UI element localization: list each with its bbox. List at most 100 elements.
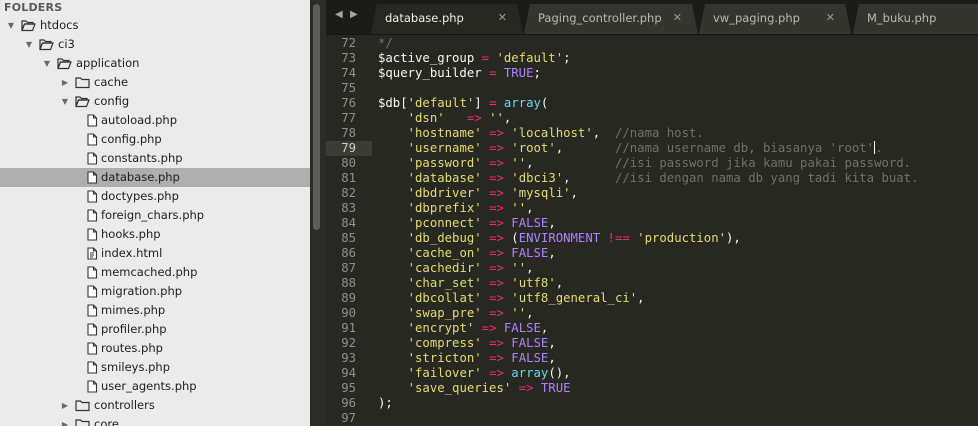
token-plain: , <box>555 276 564 290</box>
token-operator: => <box>489 291 504 305</box>
nav-left-icon[interactable]: ◀ <box>335 9 343 20</box>
chevron-down-icon[interactable]: ▼ <box>60 92 70 111</box>
token-plain: , <box>548 336 556 350</box>
code-line[interactable]: 72 */ <box>326 36 978 51</box>
tab-paging-controller-php[interactable]: Paging_controller.php ✕ <box>524 4 698 34</box>
tree-file-index-html[interactable]: index.html <box>0 244 310 263</box>
tab-m-buku-php[interactable]: M_buku.php <box>853 4 978 34</box>
code-text: 'save_queries' => TRUE <box>378 381 571 396</box>
code-line[interactable]: 84 'pconnect' => FALSE, <box>326 216 978 231</box>
line-number: 77 <box>341 111 356 125</box>
code-line[interactable]: 85 'db_debug' => (ENVIRONMENT !== 'produ… <box>326 231 978 246</box>
token-plain: , <box>526 201 534 215</box>
line-number: 93 <box>341 351 356 365</box>
code-line[interactable]: 95 'save_queries' => TRUE <box>326 381 978 396</box>
token-plain: ( <box>540 96 549 110</box>
token-string: 'db_debug' <box>407 231 482 245</box>
line-number: 80 <box>341 156 356 170</box>
token-operator: => <box>466 111 482 125</box>
code-line[interactable]: 96); <box>326 396 978 411</box>
file-icon <box>86 323 100 336</box>
code-line[interactable]: 89 'dbcollat' => 'utf8_general_ci', <box>326 291 978 306</box>
code-line[interactable]: 80 'password' => '', //isi password jika… <box>326 156 978 171</box>
chevron-right-icon[interactable]: ▶ <box>60 73 70 92</box>
tree-folder-cache[interactable]: ▶ cache <box>0 73 310 92</box>
chevron-down-icon[interactable]: ▼ <box>42 54 52 73</box>
tree-folder-htdocs[interactable]: ▼ htdocs <box>0 16 310 35</box>
tree-file-memcached-php[interactable]: memcached.php <box>0 263 310 282</box>
tab-label: database.php <box>385 11 464 25</box>
code-line[interactable]: 87 'cachedir' => '', <box>326 261 978 276</box>
code-line[interactable]: 97 <box>326 411 978 426</box>
tree-folder-ci3[interactable]: ▼ ci3 <box>0 35 310 54</box>
code-line[interactable]: 74 $query_builder = TRUE; <box>326 66 978 81</box>
tree-file-profiler-php[interactable]: profiler.php <box>0 320 310 339</box>
code-line[interactable]: 91 'encrypt' => FALSE, <box>326 321 978 336</box>
tree-file-constants-php[interactable]: constants.php <box>0 149 310 168</box>
token-string: 'char_set' <box>407 276 482 290</box>
token-string: 'dbdriver' <box>407 186 482 200</box>
code-line[interactable]: 86 'cache_on' => FALSE, <box>326 246 978 261</box>
tree-file-smileys-php[interactable]: smileys.php <box>0 358 310 377</box>
code-line[interactable]: 92 'compress' => FALSE, <box>326 336 978 351</box>
chevron-down-icon[interactable]: ▼ <box>24 35 34 54</box>
sidebar-scrollbar-thumb[interactable] <box>313 4 320 230</box>
line-number: 84 <box>341 216 356 230</box>
tree-file-migration-php[interactable]: migration.php <box>0 282 310 301</box>
token-string: 'username' <box>407 141 482 155</box>
tree-folder-controllers[interactable]: ▶ controllers <box>0 396 310 415</box>
code-editor[interactable]: ◀ ▶ database.php ✕ Paging_controller.php ✕ v… <box>326 0 978 426</box>
tree-file-routes-php[interactable]: routes.php <box>0 339 310 358</box>
file-icon <box>86 190 100 203</box>
close-icon[interactable]: ✕ <box>673 4 682 32</box>
tree-file-autoload-php[interactable]: autoload.php <box>0 111 310 130</box>
tree-file-database-php[interactable]: database.php <box>0 168 310 187</box>
token-operator: => <box>489 366 504 380</box>
chevron-right-icon[interactable]: ▶ <box>60 415 70 426</box>
tree-item-label: mimes.php <box>101 303 166 317</box>
tab-database-php[interactable]: database.php ✕ <box>371 4 523 34</box>
tree-file-doctypes-php[interactable]: doctypes.php <box>0 187 310 206</box>
code-line[interactable]: 81 'database' => 'dbci3', //isi dengan n… <box>326 171 978 186</box>
chevron-down-icon[interactable]: ▼ <box>6 16 16 35</box>
code-line[interactable]: 77 'dsn' => '', <box>326 111 978 126</box>
token-string: 'pconnect' <box>407 216 482 230</box>
tree-file-user-agents-php[interactable]: user_agents.php <box>0 377 310 396</box>
code-line[interactable]: 75 <box>326 81 978 96</box>
code-line[interactable]: 79 'username' => 'root', //nama username… <box>326 141 978 156</box>
code-line[interactable]: 82 'dbdriver' => 'mysqli', <box>326 186 978 201</box>
code-area[interactable]: 72 */ 73 $active_group = 'default'; 74 $query… <box>326 36 978 426</box>
code-line[interactable]: 78 'hostname' => 'localhost', //nama hos… <box>326 126 978 141</box>
sidebar-scrollbar[interactable] <box>310 0 326 426</box>
code-line[interactable]: 94 'failover' => array(), <box>326 366 978 381</box>
nav-right-icon[interactable]: ▶ <box>350 9 358 20</box>
code-line[interactable]: 73 $active_group = 'default'; <box>326 51 978 66</box>
tab-vw-paging-php[interactable]: vw_paging.php ✕ <box>699 4 851 34</box>
token-plain: $db[ <box>378 96 408 110</box>
folder-open-icon <box>21 19 36 32</box>
tree-file-config-php[interactable]: config.php <box>0 130 310 149</box>
tree-file-hooks-php[interactable]: hooks.php <box>0 225 310 244</box>
code-line[interactable]: 93 'stricton' => FALSE, <box>326 351 978 366</box>
tree-file-foreign-chars-php[interactable]: foreign_chars.php <box>0 206 310 225</box>
close-icon[interactable]: ✕ <box>826 4 835 32</box>
code-line[interactable]: 76 $db['default'] = array( <box>326 96 978 111</box>
token-operator: => <box>489 306 504 320</box>
code-line[interactable]: 90 'swap_pre' => '', <box>326 306 978 321</box>
tree-folder-core[interactable]: ▶ core <box>0 415 310 426</box>
chevron-right-icon[interactable]: ▶ <box>60 396 70 415</box>
code-line[interactable]: 88 'char_set' => 'utf8', <box>326 276 978 291</box>
code-line[interactable]: 83 'dbprefix' => '', <box>326 201 978 216</box>
tree-file-mimes-php[interactable]: mimes.php <box>0 301 310 320</box>
close-icon[interactable]: ✕ <box>498 4 507 32</box>
tree-folder-config[interactable]: ▼ config <box>0 92 310 111</box>
token-operator: => <box>489 141 504 155</box>
tree-folder-application[interactable]: ▼ application <box>0 54 310 73</box>
